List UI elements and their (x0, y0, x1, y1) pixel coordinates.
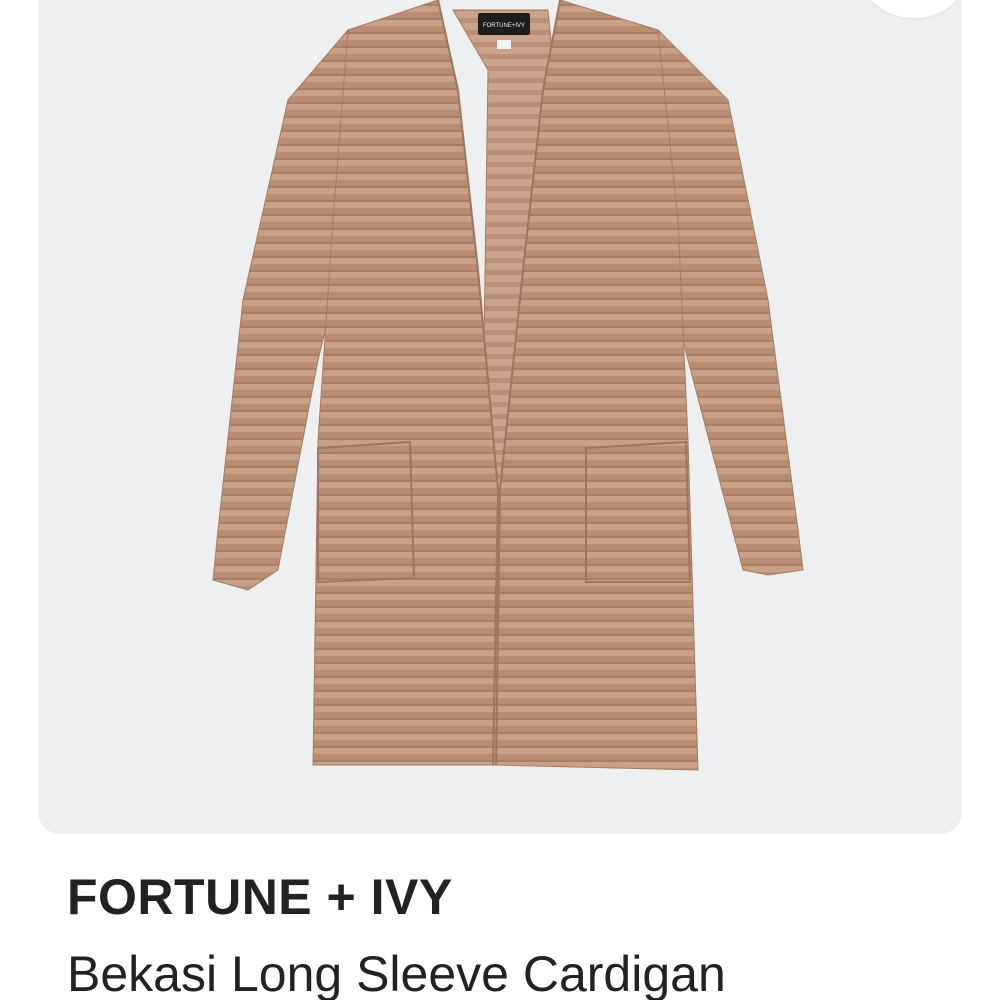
product-image-card[interactable]: FORTUNE+IVY ··· (38, 0, 962, 834)
product-brand: FORTUNE + IVY (67, 869, 453, 925)
cardigan-left-pocket (317, 440, 416, 584)
product-detail-page: FORTUNE+IVY ··· FORTUNE + IVY Bekasi Lon… (0, 0, 1000, 1000)
svg-text:FORTUNE+IVY: FORTUNE+IVY (483, 23, 525, 29)
cardigan-right-pocket (585, 440, 692, 583)
product-photo: FORTUNE+IVY (212, 0, 804, 771)
product-name: Bekasi Long Sleeve Cardigan (67, 946, 726, 1000)
